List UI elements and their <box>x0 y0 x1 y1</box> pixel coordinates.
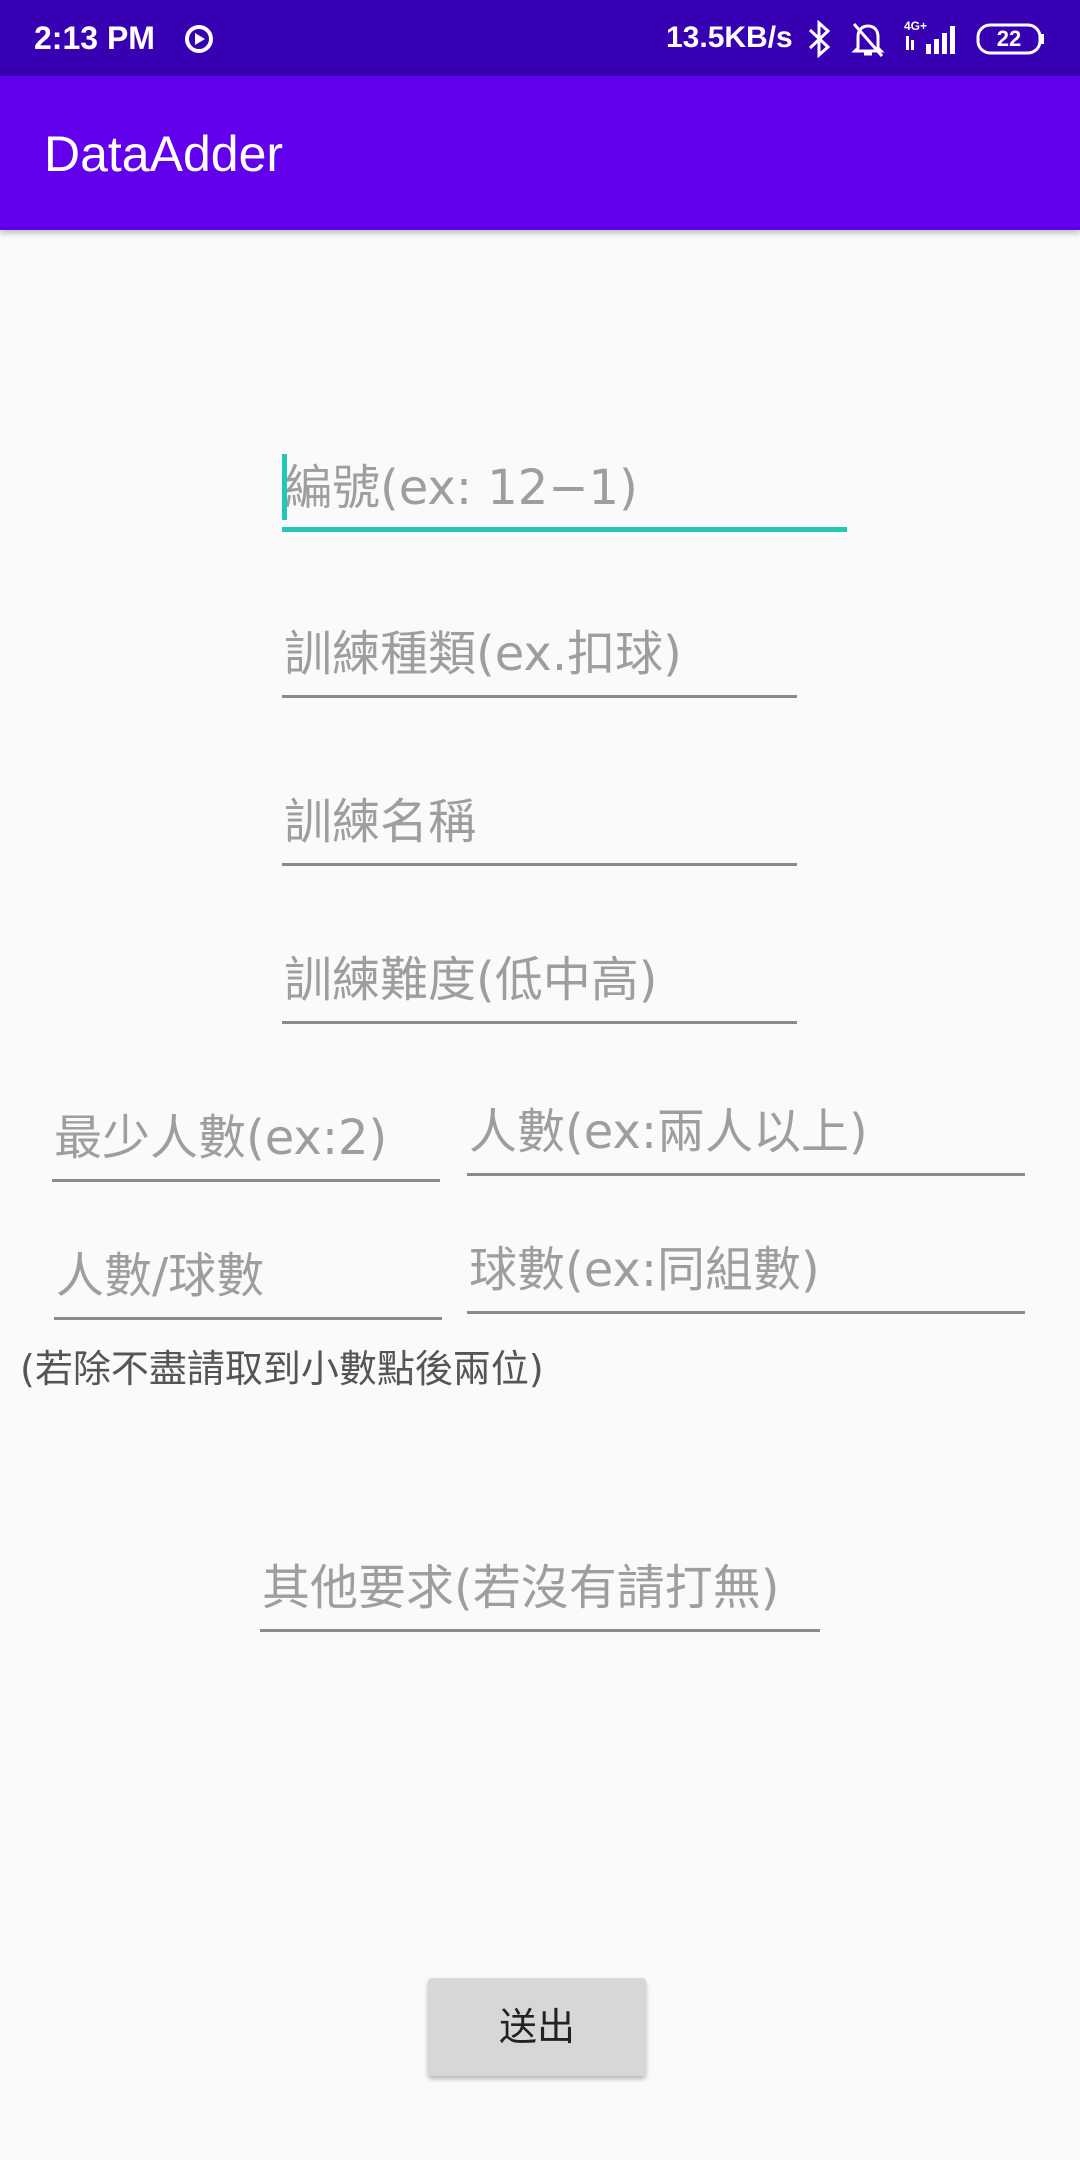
people-placeholder: 人數(ex:兩人以上) <box>469 1104 868 1160</box>
battery-level: 22 <box>996 26 1022 51</box>
training-difficulty-underline <box>282 1021 797 1024</box>
network-speed: 13.5KB/s <box>666 21 793 54</box>
id-field[interactable]: 編號(ex: 12−1) <box>282 450 847 532</box>
other-requirements-underline <box>260 1629 820 1632</box>
text-cursor <box>282 454 287 520</box>
app-title: DataAdder <box>44 126 284 182</box>
other-requirements-placeholder: 其他要求(若沒有請打無) <box>262 1560 780 1616</box>
signal-4g-icon: 4G+ <box>904 19 955 54</box>
training-type-underline <box>282 695 797 698</box>
people-per-ball-underline <box>54 1317 442 1320</box>
people-field[interactable]: 人數(ex:兩人以上) <box>467 1094 1025 1176</box>
id-field-underline <box>282 527 847 532</box>
ball-count-underline <box>467 1311 1025 1314</box>
cast-icon <box>185 25 213 53</box>
training-name-field[interactable]: 訓練名稱 <box>282 786 797 866</box>
min-people-field[interactable]: 最少人數(ex:2) <box>52 1100 440 1182</box>
status-time: 2:13 PM <box>34 20 155 56</box>
svg-text:4G+: 4G+ <box>904 19 927 33</box>
training-difficulty-field[interactable]: 訓練難度(低中高) <box>282 942 797 1024</box>
training-difficulty-placeholder: 訓練難度(低中高) <box>284 952 658 1008</box>
people-per-ball-field[interactable]: 人數/球數 <box>54 1238 442 1320</box>
bluetooth-icon <box>808 20 831 58</box>
training-name-underline <box>282 863 797 866</box>
ball-count-placeholder: 球數(ex:同組數) <box>469 1242 820 1298</box>
app-bar: DataAdder <box>0 76 1080 230</box>
other-requirements-field[interactable]: 其他要求(若沒有請打無) <box>260 1550 820 1632</box>
ratio-hint: (若除不盡請取到小數點後兩位) <box>20 1347 544 1391</box>
bell-off-icon <box>851 23 885 57</box>
min-people-underline <box>52 1179 440 1182</box>
people-per-ball-placeholder: 人數/球數 <box>56 1248 265 1304</box>
training-type-placeholder: 訓練種類(ex.扣球) <box>284 626 682 682</box>
people-underline <box>467 1173 1025 1176</box>
training-type-field[interactable]: 訓練種類(ex.扣球) <box>282 618 797 698</box>
submit-button[interactable]: 送出 <box>428 1978 646 2076</box>
ball-count-field[interactable]: 球數(ex:同組數) <box>467 1232 1025 1314</box>
status-bar: 2:13 PM 13.5KB/s 4G+ 22 <box>0 0 1080 76</box>
id-field-placeholder: 編號(ex: 12−1) <box>284 460 638 516</box>
min-people-placeholder: 最少人數(ex:2) <box>54 1110 388 1166</box>
training-name-placeholder: 訓練名稱 <box>284 794 477 850</box>
